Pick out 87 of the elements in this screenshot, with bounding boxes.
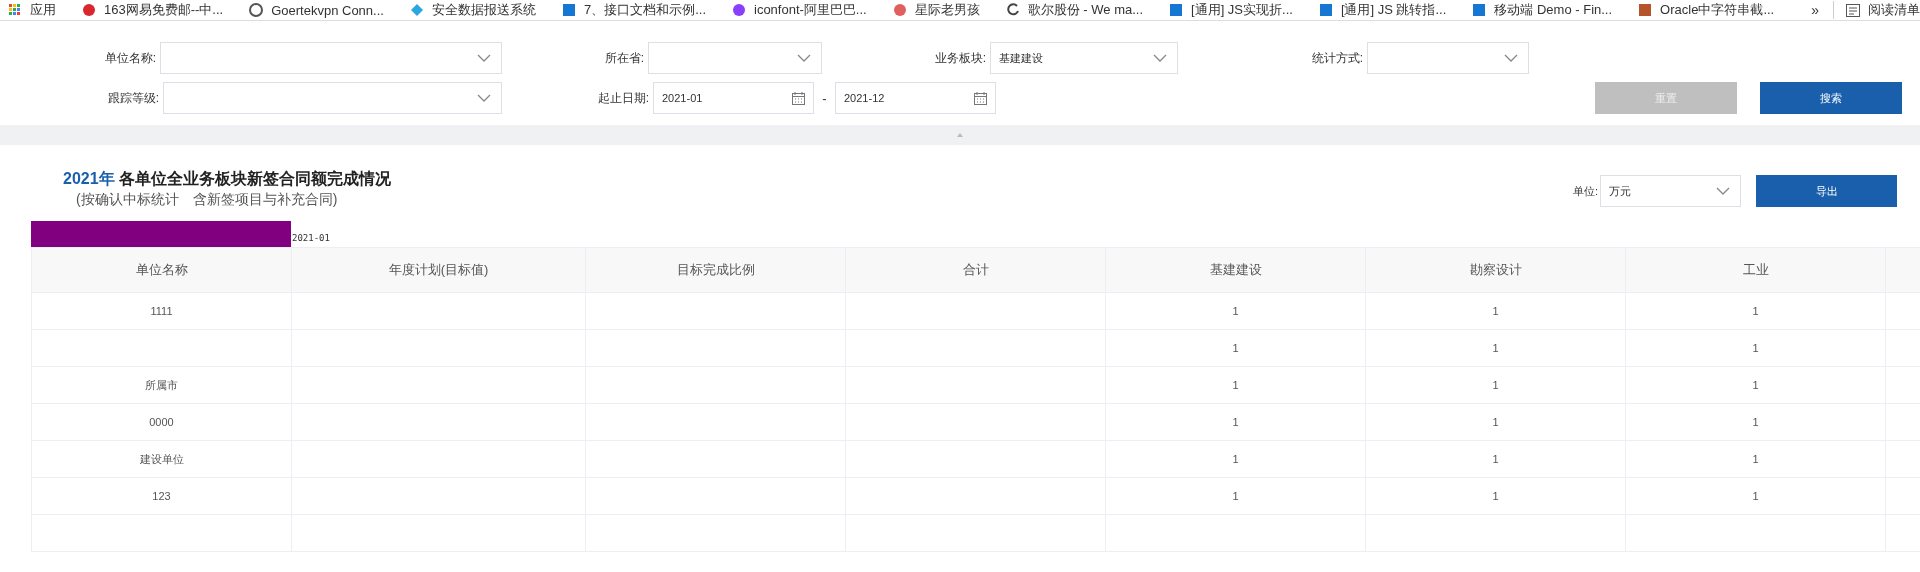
unit-dropdown[interactable]: 万元: [1600, 175, 1741, 207]
column-header: 合计: [845, 247, 1106, 293]
chevron-down-icon: [477, 94, 491, 102]
bookmark-link[interactable]: Goertekvpn Conn...: [271, 2, 384, 18]
arc-icon: [1007, 3, 1019, 16]
bookmark-link[interactable]: 安全数据报送系统: [431, 1, 536, 19]
column-header: 年度计划(目标值): [291, 247, 586, 293]
square-icon: [1319, 4, 1332, 16]
bookmark-link[interactable]: 星际老男孩: [914, 1, 980, 19]
dropdown-field[interactable]: 基建建设: [990, 42, 1178, 74]
square-icon: [1170, 4, 1183, 16]
column-header: 单位名称: [31, 247, 292, 293]
table-cell: 1: [1105, 329, 1366, 367]
dropdown-field[interactable]: [160, 42, 502, 74]
table-cell: 1111: [31, 292, 292, 330]
field-label: 单位:: [1572, 183, 1598, 199]
list-icon: [1846, 3, 1860, 17]
report-subtitle: (按确认中标统计 含新签项目与补充合同): [75, 191, 339, 209]
circle-icon: [83, 4, 95, 16]
column-header: 目标完成比例: [585, 247, 846, 293]
dropdown-field[interactable]: [1367, 42, 1529, 74]
field-label: 统计方式:: [1310, 49, 1363, 67]
square-icon: [562, 4, 575, 16]
bookmark-link[interactable]: 移动端 Demo - Fin...: [1494, 1, 1613, 19]
field-label: 业务板块:: [933, 49, 986, 67]
grid-icon: [9, 4, 20, 15]
calendar-icon: [792, 91, 805, 105]
table-cell: 1: [1365, 477, 1626, 515]
bookmark-link[interactable]: [通用] JS实现折...: [1191, 1, 1293, 19]
date-field[interactable]: 2021-12: [835, 82, 996, 114]
bookmark-link[interactable]: Oracle中字符串截...: [1660, 1, 1775, 19]
field-label: 起止日期:: [596, 89, 649, 107]
calendar-icon: [974, 91, 987, 105]
search-button[interactable]: 搜索: [1760, 82, 1902, 114]
splitter-handle-icon[interactable]: [957, 133, 963, 137]
table-cell: 1: [1625, 403, 1886, 441]
table-cell: 0000: [31, 403, 292, 441]
table-cell: 所属市: [31, 366, 292, 404]
table-cell: 1: [1365, 403, 1626, 441]
bookmark-link[interactable]: 163网易免费邮--中...: [104, 1, 224, 19]
table-cell: 1: [1105, 366, 1366, 404]
table-cell: 1: [1365, 366, 1626, 404]
period-label: 2021-01: [292, 233, 330, 243]
date-field[interactable]: 2021-01: [653, 82, 814, 114]
export-button[interactable]: 导出: [1756, 175, 1897, 207]
table-cell: 1: [1105, 440, 1366, 478]
field-label: 跟踪等级:: [106, 89, 159, 107]
bookmark-link[interactable]: iconfont-阿里巴巴...: [754, 1, 867, 19]
square-icon: [1639, 4, 1652, 16]
table-cell: 1: [1365, 329, 1626, 367]
column-header: 基建建设: [1105, 247, 1366, 293]
circle-icon: [733, 4, 745, 16]
table-cell: 1: [1625, 292, 1886, 330]
globe-icon: [249, 3, 264, 17]
dropdown-field[interactable]: [648, 42, 822, 74]
reading-list-link[interactable]: 阅读清单: [1868, 1, 1920, 19]
bookmark-link[interactable]: 歌尔股份 - We ma...: [1027, 1, 1144, 19]
column-header: 工业: [1625, 247, 1886, 293]
chevron-down-icon: [1716, 187, 1730, 195]
table-cell: 1: [1105, 292, 1366, 330]
diamond-icon: [410, 4, 423, 16]
table-cell: 1: [1365, 440, 1626, 478]
bookmark-link[interactable]: [通用] JS 跳转指...: [1340, 1, 1447, 19]
chevron-down-icon: [1504, 54, 1518, 62]
table-cell: 1: [1625, 477, 1886, 515]
range-separator: -: [821, 90, 828, 106]
field-label: 所在省:: [603, 49, 644, 67]
chevron-down-icon: [797, 54, 811, 62]
field-label: 单位名称:: [103, 49, 156, 67]
table-cell: 1: [1105, 477, 1366, 515]
chevron-down-icon: [477, 54, 491, 62]
table-cell: 建设单位: [31, 440, 292, 478]
circle-icon: [893, 4, 906, 16]
more-bookmarks-button[interactable]: »: [1811, 2, 1819, 18]
table-cell: 1: [1625, 366, 1886, 404]
column-header: 勘察设计: [1365, 247, 1626, 293]
table-cell: 1: [1365, 292, 1626, 330]
table-cell: 1: [1625, 329, 1886, 367]
bookmark-link[interactable]: 7、接口文档和示例...: [583, 1, 706, 19]
table-cell: 1: [1625, 440, 1886, 478]
table-cell: 1: [1105, 403, 1366, 441]
table-cell: 123: [31, 477, 292, 515]
report-title: 2021年 各单位全业务板块新签合同额完成情况: [63, 169, 392, 189]
chevron-down-icon: [1153, 54, 1167, 62]
dropdown-field[interactable]: [163, 82, 502, 114]
square-icon: [1473, 4, 1486, 16]
bookmark-link[interactable]: 应用: [30, 1, 56, 19]
